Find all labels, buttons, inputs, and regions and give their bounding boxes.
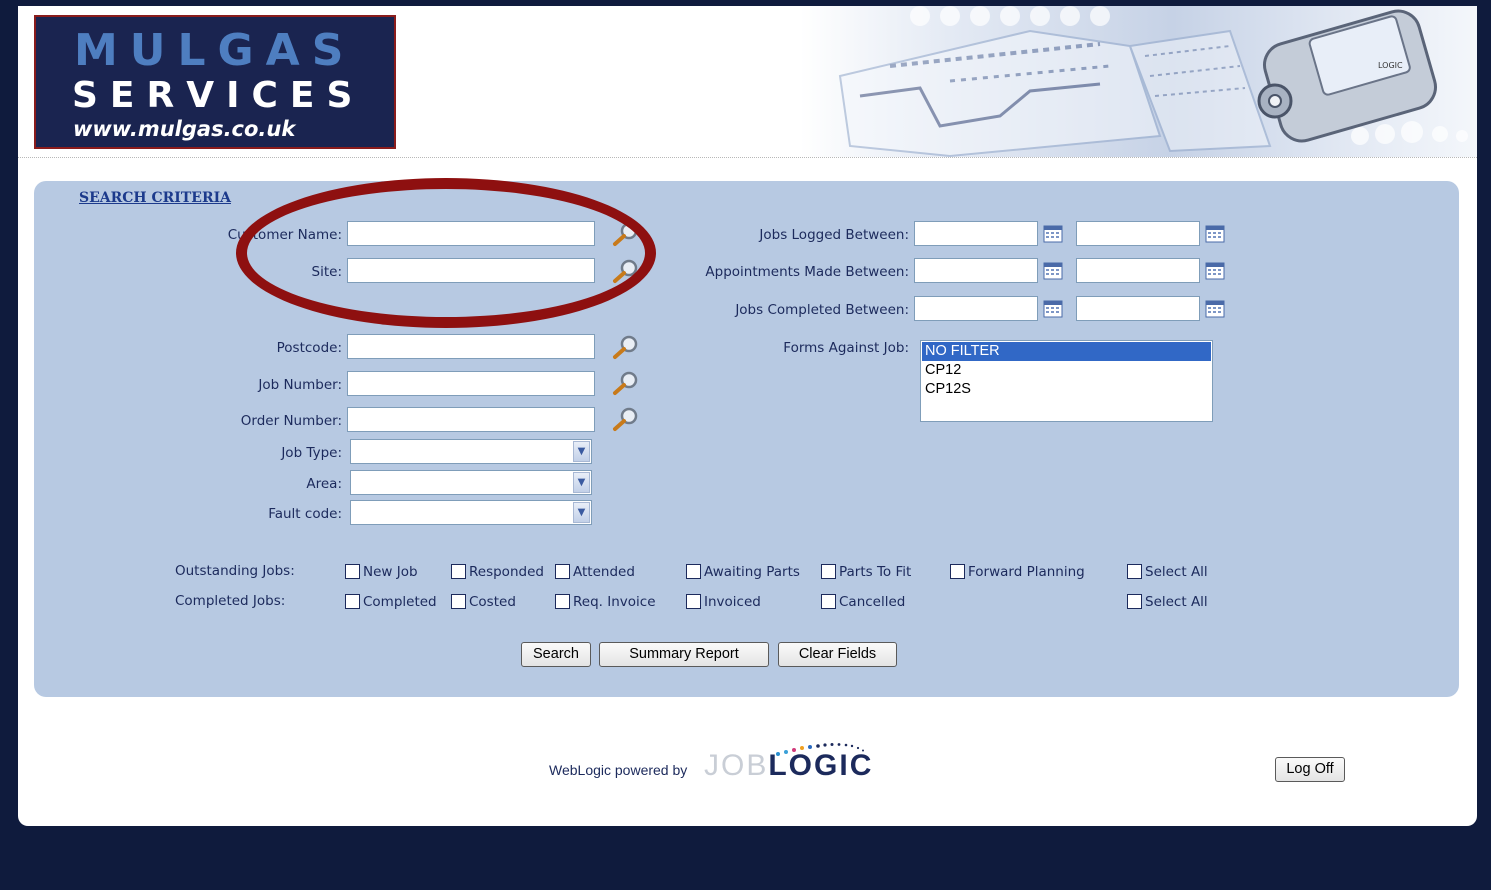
summary-report-button[interactable]: Summary Report bbox=[599, 642, 769, 667]
forward-planning-checkbox[interactable] bbox=[950, 564, 965, 579]
invoiced-label: Invoiced bbox=[704, 594, 761, 610]
site-label: Site: bbox=[311, 264, 342, 280]
banner-graphic-icon: LOGIC bbox=[838, 6, 1468, 157]
job-number-label: Job Number: bbox=[258, 377, 342, 393]
costed-label: Costed bbox=[469, 594, 516, 610]
req-invoice-checkbox[interactable] bbox=[555, 594, 570, 609]
forms-against-job-listbox[interactable]: NO FILTER CP12 CP12S bbox=[920, 340, 1213, 422]
clear-fields-button[interactable]: Clear Fields bbox=[778, 642, 897, 667]
invoiced-checkbox[interactable] bbox=[686, 594, 701, 609]
customer-name-lookup-icon[interactable] bbox=[612, 221, 640, 247]
job-type-select[interactable]: ▼ bbox=[350, 439, 592, 464]
chevron-down-icon[interactable]: ▼ bbox=[573, 472, 590, 493]
logo-line-1: MULGAS bbox=[74, 25, 356, 76]
search-button[interactable]: Search bbox=[521, 642, 591, 667]
header-banner-image: LOGIC bbox=[800, 6, 1477, 157]
search-criteria-title[interactable]: SEARCH CRITERIA bbox=[79, 190, 231, 206]
customer-name-label: Customer Name: bbox=[227, 227, 342, 243]
chevron-down-icon[interactable]: ▼ bbox=[573, 502, 590, 523]
logo-url: www.mulgas.co.uk bbox=[73, 117, 296, 141]
awaiting-parts-checkbox[interactable] bbox=[686, 564, 701, 579]
postcode-input[interactable] bbox=[347, 334, 595, 359]
completed-label: Completed bbox=[363, 594, 437, 610]
forms-against-job-label: Forms Against Job: bbox=[783, 340, 909, 356]
joblogic-logo-job: JOB bbox=[704, 749, 769, 782]
responded-checkbox[interactable] bbox=[451, 564, 466, 579]
site-input[interactable] bbox=[347, 258, 595, 283]
calendar-icon[interactable] bbox=[1205, 300, 1225, 318]
completed-jobs-label: Completed Jobs: bbox=[175, 593, 286, 609]
job-number-input[interactable] bbox=[347, 371, 595, 396]
calendar-icon[interactable] bbox=[1043, 300, 1063, 318]
log-off-button[interactable]: Log Off bbox=[1275, 757, 1345, 782]
jobs-logged-label: Jobs Logged Between: bbox=[759, 227, 909, 243]
fault-code-select[interactable]: ▼ bbox=[350, 500, 592, 525]
appointments-made-to-input[interactable] bbox=[1076, 258, 1200, 283]
outstanding-select-all-label: Select All bbox=[1145, 564, 1208, 580]
mulgas-logo: MULGAS SERVICES www.mulgas.co.uk bbox=[34, 15, 396, 149]
responded-label: Responded bbox=[469, 564, 544, 580]
area-label: Area: bbox=[306, 476, 342, 492]
order-number-input[interactable] bbox=[347, 407, 595, 432]
job-type-label: Job Type: bbox=[281, 445, 342, 461]
new-job-label: New Job bbox=[363, 564, 418, 580]
forms-option-no-filter[interactable]: NO FILTER bbox=[922, 342, 1211, 361]
order-number-lookup-icon[interactable] bbox=[612, 406, 640, 432]
jobs-completed-label: Jobs Completed Between: bbox=[735, 302, 909, 318]
awaiting-parts-label: Awaiting Parts bbox=[704, 564, 800, 580]
cancelled-checkbox[interactable] bbox=[821, 594, 836, 609]
powered-by-text: WebLogic powered by bbox=[549, 762, 688, 778]
fault-code-label: Fault code: bbox=[268, 506, 342, 522]
jobs-logged-to-input[interactable] bbox=[1076, 221, 1200, 246]
calendar-icon[interactable] bbox=[1043, 225, 1063, 243]
forms-option-cp12[interactable]: CP12 bbox=[922, 361, 1211, 380]
completed-checkbox[interactable] bbox=[345, 594, 360, 609]
forms-option-cp12s[interactable]: CP12S bbox=[922, 380, 1211, 399]
chevron-down-icon[interactable]: ▼ bbox=[573, 441, 590, 462]
calendar-icon[interactable] bbox=[1205, 225, 1225, 243]
appointments-made-from-input[interactable] bbox=[914, 258, 1038, 283]
new-job-checkbox[interactable] bbox=[345, 564, 360, 579]
req-invoice-label: Req. Invoice bbox=[573, 594, 656, 610]
cancelled-label: Cancelled bbox=[839, 594, 906, 610]
outstanding-select-all-checkbox[interactable] bbox=[1127, 564, 1142, 579]
attended-label: Attended bbox=[573, 564, 635, 580]
job-number-lookup-icon[interactable] bbox=[612, 370, 640, 396]
banner-device-label: LOGIC bbox=[1378, 61, 1403, 70]
search-panel bbox=[34, 181, 1459, 697]
jobs-completed-from-input[interactable] bbox=[914, 296, 1038, 321]
jobs-logged-from-input[interactable] bbox=[914, 221, 1038, 246]
area-select[interactable]: ▼ bbox=[350, 470, 592, 495]
logo-line-2: SERVICES bbox=[72, 75, 365, 116]
parts-to-fit-label: Parts To Fit bbox=[839, 564, 912, 580]
jobs-completed-to-input[interactable] bbox=[1076, 296, 1200, 321]
site-lookup-icon[interactable] bbox=[612, 258, 640, 284]
attended-checkbox[interactable] bbox=[555, 564, 570, 579]
costed-checkbox[interactable] bbox=[451, 594, 466, 609]
calendar-icon[interactable] bbox=[1205, 262, 1225, 280]
outstanding-jobs-label: Outstanding Jobs: bbox=[175, 563, 295, 579]
completed-select-all-label: Select All bbox=[1145, 594, 1208, 610]
postcode-lookup-icon[interactable] bbox=[612, 334, 640, 360]
completed-select-all-checkbox[interactable] bbox=[1127, 594, 1142, 609]
appointments-made-label: Appointments Made Between: bbox=[705, 264, 909, 280]
postcode-label: Postcode: bbox=[276, 340, 342, 356]
joblogic-dots-icon bbox=[776, 743, 864, 756]
customer-name-input[interactable] bbox=[347, 221, 595, 246]
calendar-icon[interactable] bbox=[1043, 262, 1063, 280]
order-number-label: Order Number: bbox=[240, 413, 342, 429]
forward-planning-label: Forward Planning bbox=[968, 564, 1085, 580]
parts-to-fit-checkbox[interactable] bbox=[821, 564, 836, 579]
header-divider bbox=[18, 157, 1477, 158]
